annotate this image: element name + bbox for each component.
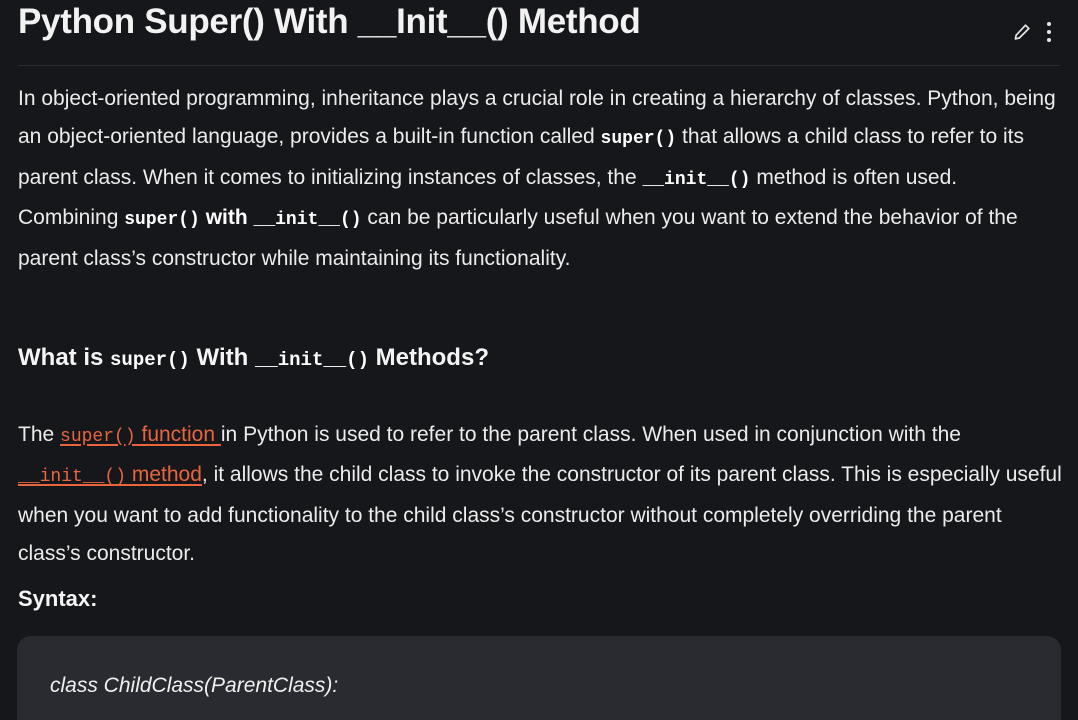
code-line: class ChildClass(ParentClass): [50,674,339,697]
body-text-1: The [18,423,61,446]
body-text-2: in Python is used to refer to the parent… [220,423,961,446]
title-divider [18,65,1060,66]
article-page: Python Super() With __Init__() Method In… [0,0,1078,720]
heading-code-super: super() [110,349,190,371]
code-block: class ChildClass(ParentClass): [17,636,1061,720]
heading-text-1: What is [18,344,111,371]
init-method-link[interactable]: __init__() method [18,463,202,488]
body-paragraph: The super() function in Python is used t… [18,416,1063,574]
intro-code-init: __init__() [642,169,751,190]
intro-code-super: super() [600,129,677,150]
super-function-link[interactable]: super() function [60,423,221,447]
heading-text-2: With [189,344,255,371]
vertical-dots-icon[interactable] [1046,20,1052,44]
heading-text-3: Methods? [368,344,489,371]
init-link-code: __init__() [18,467,127,488]
super-link-code: super() [60,427,136,447]
intro-bold-with: with [199,206,254,230]
section-heading: What is super() With __init__() Methods? [18,344,489,372]
init-link-text: method [126,463,202,487]
title-actions [1012,20,1052,44]
intro-code-super-2: super() [124,210,200,231]
super-link-text: function [135,423,221,446]
pencil-icon[interactable] [1012,22,1032,42]
syntax-label: Syntax: [18,586,98,611]
intro-paragraph: In object-oriented programming, inherita… [18,80,1063,278]
intro-code-init-2: __init__() [253,210,362,231]
heading-code-init: __init__() [254,349,369,371]
page-title: Python Super() With __Init__() Method [18,2,641,41]
